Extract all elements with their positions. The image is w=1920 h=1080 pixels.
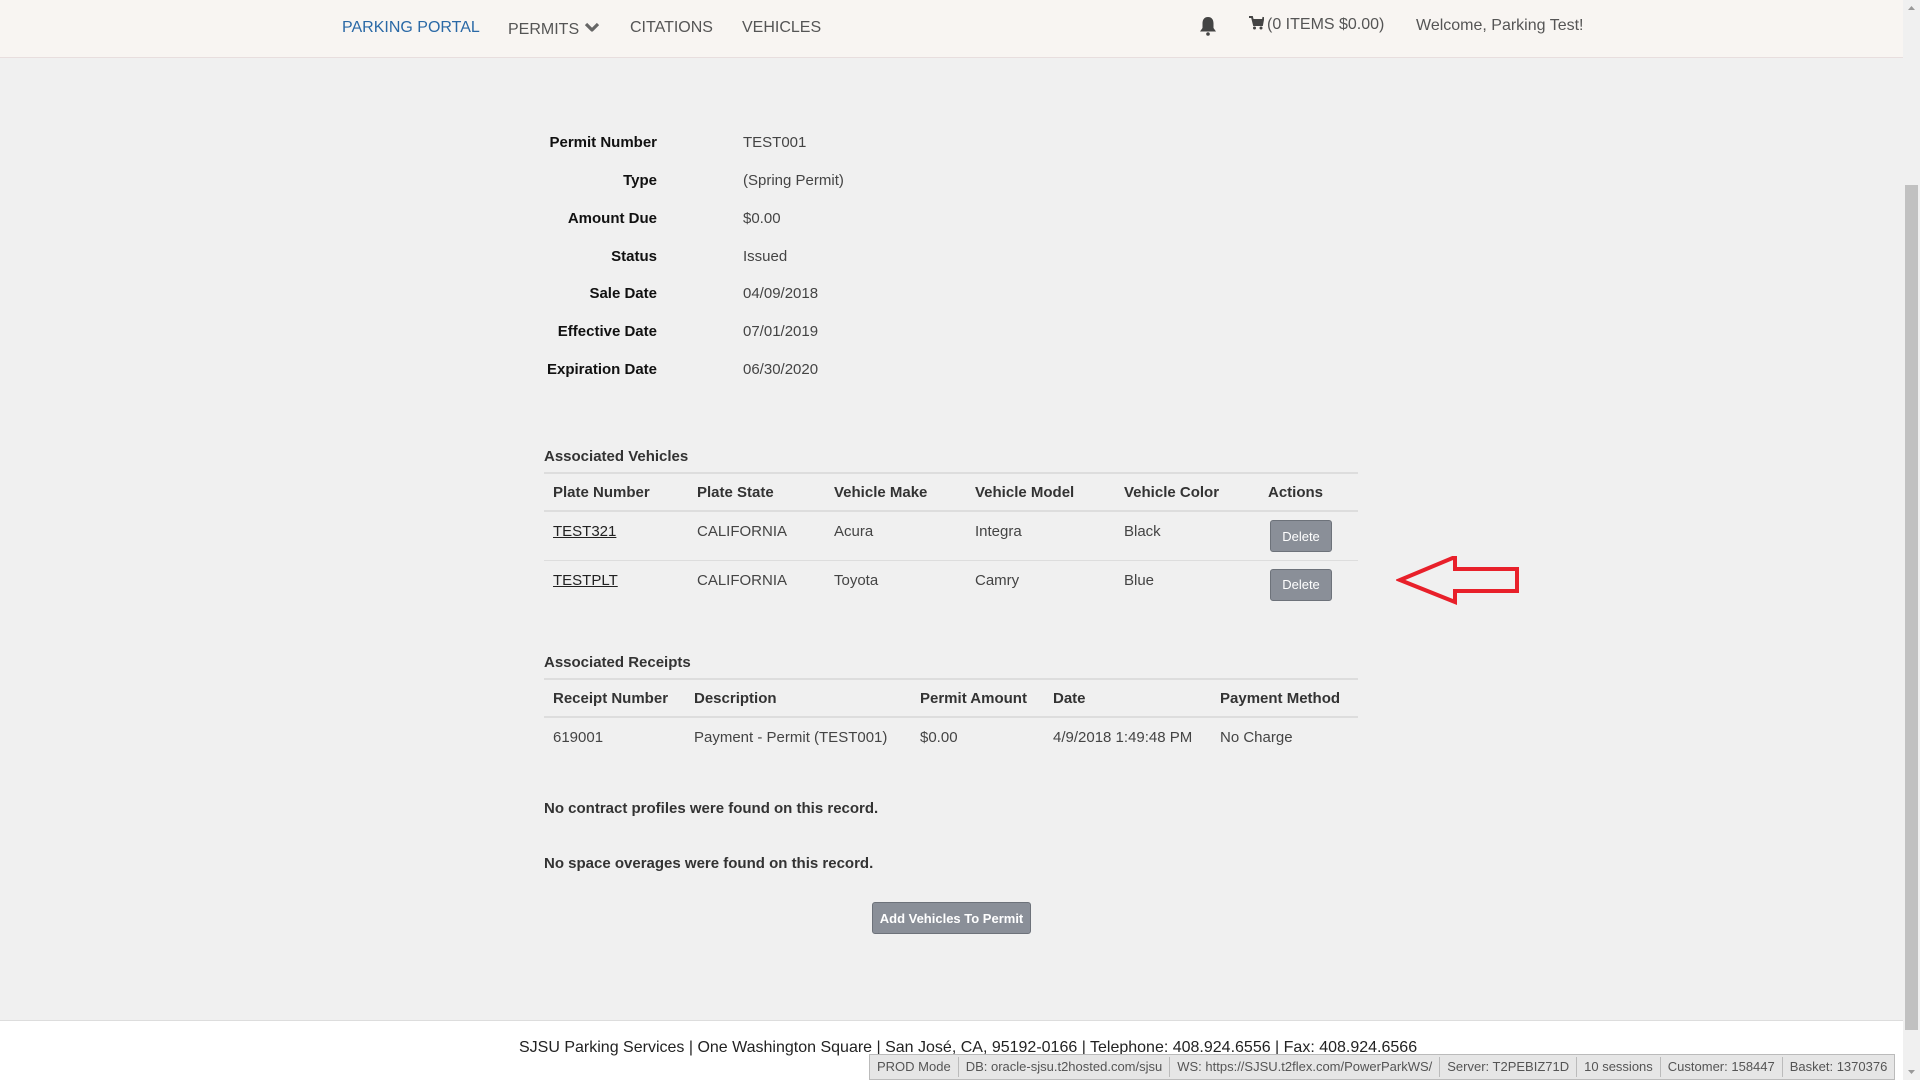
col-vehicle-color: Vehicle Color <box>1115 472 1259 512</box>
detail-label: Expiration Date <box>546 361 657 378</box>
col-receipt-number: Receipt Number <box>544 678 685 718</box>
chevron-down-icon <box>584 19 600 37</box>
status-basket: Basket: 1370376 <box>1781 1057 1895 1077</box>
detail-value: $0.00 <box>743 210 781 227</box>
cart-link[interactable]: (0 ITEMS $0.00) <box>1249 16 1384 34</box>
detail-sale-date: Sale Date 04/09/2018 <box>540 285 940 305</box>
red-arrow-annotation-icon <box>1396 556 1519 605</box>
detail-value: 04/09/2018 <box>743 285 819 302</box>
nav-permits-label: PERMITS <box>508 21 580 38</box>
payment-method-cell: No Charge <box>1220 729 1293 746</box>
arrow-shape <box>1396 556 1519 605</box>
nav-vehicles[interactable]: VEHICLES <box>742 19 821 37</box>
scrollbar-thumb[interactable] <box>1905 185 1918 1030</box>
col-permit-amount: Permit Amount <box>911 678 1044 718</box>
status-ws: WS: https://SJSU.t2flex.com/PowerParkWS/ <box>1169 1057 1439 1077</box>
state-cell: CALIFORNIA <box>688 511 825 561</box>
delete-vehicle-button[interactable]: Delete <box>1270 520 1332 552</box>
make-cell: Acura <box>825 511 966 561</box>
detail-permit-number: Permit Number TEST001 <box>540 134 940 154</box>
add-vehicles-to-permit-button[interactable]: Add Vehicles To Permit <box>872 902 1031 934</box>
description-cell: Payment - Permit (TEST001) <box>694 729 888 746</box>
col-plate-state: Plate State <box>688 472 825 512</box>
cart-icon <box>1249 16 1265 30</box>
welcome-user[interactable]: Welcome, Parking Test! <box>1416 17 1583 35</box>
color-cell: Black <box>1115 511 1259 561</box>
amount-cell: $0.00 <box>920 729 958 746</box>
debug-status-bar: PROD Mode DB: oracle-sjsu.t2hosted.com/s… <box>869 1054 1896 1080</box>
plate-link[interactable]: TEST321 <box>553 523 616 540</box>
detail-value: 06/30/2020 <box>743 361 819 378</box>
plate-link[interactable]: TESTPLT <box>553 572 618 589</box>
vehicles-table: Plate Number Plate State Vehicle Make Ve… <box>544 472 1358 609</box>
status-mode: PROD Mode <box>877 1059 951 1074</box>
col-payment-method: Payment Method <box>1211 678 1358 718</box>
date-cell: 4/9/2018 1:49:48 PM <box>1053 729 1193 746</box>
detail-value: Issued <box>743 248 788 265</box>
col-date: Date <box>1044 678 1211 718</box>
receipts-table: Receipt Number Description Permit Amount… <box>544 678 1358 757</box>
cart-summary: (0 ITEMS $0.00) <box>1267 16 1385 33</box>
no-contract-profiles-message: No contract profiles were found on this … <box>544 800 879 817</box>
status-customer: Customer: 158447 <box>1659 1057 1782 1077</box>
detail-label: Type <box>623 172 657 189</box>
detail-status: Status Issued <box>540 248 940 268</box>
actions-cell: Delete <box>1259 560 1358 609</box>
nav-parking-portal[interactable]: PARKING PORTAL <box>342 19 480 37</box>
plate-cell: TESTPLT <box>544 560 688 609</box>
state-cell: CALIFORNIA <box>697 571 788 589</box>
table-row: 619001 Payment - Permit (TEST001) $0.00 … <box>544 717 1358 757</box>
col-plate-number: Plate Number <box>544 472 688 512</box>
col-actions: Actions <box>1259 472 1358 512</box>
scroll-down-arrow-icon[interactable] <box>1903 1063 1920 1080</box>
delete-vehicle-button[interactable]: Delete <box>1270 568 1332 601</box>
table-header-row: Plate Number Plate State Vehicle Make Ve… <box>544 472 1358 512</box>
status-server: Server: T2PEBIZ71D <box>1439 1057 1576 1077</box>
col-vehicle-make: Vehicle Make <box>825 472 966 512</box>
plate-cell: TEST321 <box>544 511 688 561</box>
receipts-section-title: Associated Receipts <box>544 654 691 671</box>
make-cell: Toyota <box>834 571 879 589</box>
scroll-up-arrow-icon[interactable] <box>1903 0 1920 17</box>
page-scrollbar[interactable] <box>1903 0 1920 1080</box>
table-row: TESTPLT CALIFORNIA Toyota Camry Blue Del… <box>544 560 1358 609</box>
detail-effective-date: Effective Date 07/01/2019 <box>540 323 940 343</box>
vehicles-section-title: Associated Vehicles <box>544 448 689 465</box>
actions-cell: Delete <box>1259 511 1358 561</box>
table-row: TEST321 CALIFORNIA Acura Integra Black D… <box>544 511 1358 561</box>
col-description: Description <box>685 678 911 718</box>
model-cell: Integra <box>966 511 1115 561</box>
color-cell: Blue <box>1124 571 1155 589</box>
detail-value: TEST001 <box>743 134 807 151</box>
detail-label: Sale Date <box>589 285 657 302</box>
col-vehicle-model: Vehicle Model <box>966 472 1115 512</box>
model-cell: Camry <box>975 571 1020 589</box>
detail-label: Status <box>611 248 657 265</box>
detail-expiration-date: Expiration Date 06/30/2020 <box>540 361 940 381</box>
status-sessions: 10 sessions <box>1576 1057 1660 1077</box>
receipt-number-cell: 619001 <box>553 729 604 746</box>
detail-value: (Spring Permit) <box>743 172 844 189</box>
nav-citations[interactable]: CITATIONS <box>630 19 713 37</box>
table-header-row: Receipt Number Description Permit Amount… <box>544 678 1358 718</box>
detail-amount-due: Amount Due $0.00 <box>540 210 940 230</box>
detail-label: Amount Due <box>567 210 657 227</box>
bell-icon[interactable] <box>1199 16 1217 41</box>
detail-value: 07/01/2019 <box>743 323 819 340</box>
top-navbar: PARKING PORTAL PERMITS CITATIONS VEHICLE… <box>0 0 1903 58</box>
nav-permits-dropdown[interactable]: PERMITS <box>508 19 600 39</box>
detail-type: Type (Spring Permit) <box>540 172 940 192</box>
detail-label: Effective Date <box>557 323 657 340</box>
no-space-overages-message: No space overages were found on this rec… <box>544 855 874 872</box>
status-db: DB: oracle-sjsu.t2hosted.com/sjsu <box>957 1057 1170 1077</box>
detail-label: Permit Number <box>549 134 657 151</box>
